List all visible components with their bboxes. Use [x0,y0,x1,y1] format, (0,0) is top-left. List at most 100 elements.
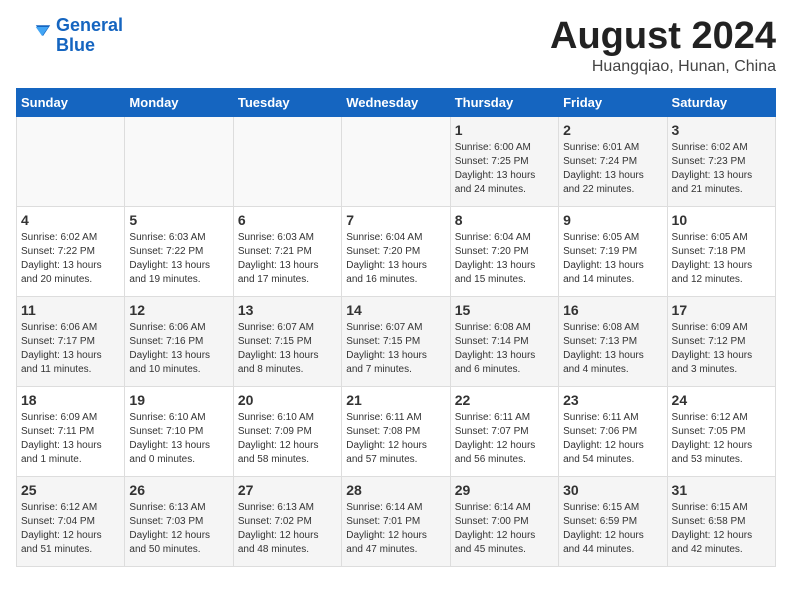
day-info: Sunrise: 6:07 AM Sunset: 7:15 PM Dayligh… [346,321,445,377]
calendar-cell: 22 Sunrise: 6:11 AM Sunset: 7:07 PM Dayli… [450,386,558,476]
day-number: 22 [455,392,554,408]
day-number: 15 [455,302,554,318]
day-number: 26 [129,482,228,498]
calendar-table: SundayMondayTuesdayWednesdayThursdayFrid… [16,88,776,567]
calendar-cell: 25 Sunrise: 6:12 AM Sunset: 7:04 PM Dayli… [17,476,125,566]
calendar-cell: 8 Sunrise: 6:04 AM Sunset: 7:20 PM Daylig… [450,206,558,296]
day-number: 9 [563,212,662,228]
day-info: Sunrise: 6:03 AM Sunset: 7:22 PM Dayligh… [129,231,228,287]
day-info: Sunrise: 6:14 AM Sunset: 7:00 PM Dayligh… [455,501,554,557]
day-info: Sunrise: 6:12 AM Sunset: 7:05 PM Dayligh… [672,411,771,467]
calendar-cell: 16Sunrise: 6:08 AM Sunset: 7:13 PM Dayli… [559,296,667,386]
calendar-cell: 3Sunrise: 6:02 AM Sunset: 7:23 PM Daylig… [667,116,775,206]
weekday-header-friday: Friday [559,88,667,116]
calendar-subtitle: Huangqiao, Hunan, China [550,58,776,76]
day-info: Sunrise: 6:01 AM Sunset: 7:24 PM Dayligh… [563,141,662,197]
day-number: 20 [238,392,337,408]
calendar-cell: 31 Sunrise: 6:15 AM Sunset: 6:58 PM Dayli… [667,476,775,566]
day-number: 4 [21,212,120,228]
logo-text: General Blue [56,16,123,56]
day-info: Sunrise: 6:10 AM Sunset: 7:10 PM Dayligh… [129,411,228,467]
day-info: Sunrise: 6:05 AM Sunset: 7:18 PM Dayligh… [672,231,771,287]
calendar-cell: 23Sunrise: 6:11 AM Sunset: 7:06 PM Dayli… [559,386,667,476]
day-number: 11 [21,302,120,318]
day-info: Sunrise: 6:11 AM Sunset: 7:08 PM Dayligh… [346,411,445,467]
day-info: Sunrise: 6:08 AM Sunset: 7:14 PM Dayligh… [455,321,554,377]
calendar-cell: 2Sunrise: 6:01 AM Sunset: 7:24 PM Daylig… [559,116,667,206]
weekday-header-wednesday: Wednesday [342,88,450,116]
day-number: 8 [455,212,554,228]
weekday-header-saturday: Saturday [667,88,775,116]
calendar-cell: 15 Sunrise: 6:08 AM Sunset: 7:14 PM Dayli… [450,296,558,386]
calendar-week-row: 18Sunrise: 6:09 AM Sunset: 7:11 PM Dayli… [17,386,776,476]
weekday-header-monday: Monday [125,88,233,116]
day-info: Sunrise: 6:05 AM Sunset: 7:19 PM Dayligh… [563,231,662,287]
day-info: Sunrise: 6:14 AM Sunset: 7:01 PM Dayligh… [346,501,445,557]
day-info: Sunrise: 6:00 AM Sunset: 7:25 PM Dayligh… [455,141,554,197]
day-number: 5 [129,212,228,228]
day-info: Sunrise: 6:03 AM Sunset: 7:21 PM Dayligh… [238,231,337,287]
calendar-week-row: 4Sunrise: 6:02 AM Sunset: 7:22 PM Daylig… [17,206,776,296]
day-info: Sunrise: 6:10 AM Sunset: 7:09 PM Dayligh… [238,411,337,467]
weekday-header-tuesday: Tuesday [233,88,341,116]
day-info: Sunrise: 6:15 AM Sunset: 6:58 PM Dayligh… [672,501,771,557]
day-info: Sunrise: 6:06 AM Sunset: 7:16 PM Dayligh… [129,321,228,377]
calendar-cell: 29Sunrise: 6:14 AM Sunset: 7:00 PM Dayli… [450,476,558,566]
calendar-cell: 20 Sunrise: 6:10 AM Sunset: 7:09 PM Dayli… [233,386,341,476]
calendar-cell [125,116,233,206]
day-info: Sunrise: 6:07 AM Sunset: 7:15 PM Dayligh… [238,321,337,377]
calendar-cell: 26Sunrise: 6:13 AM Sunset: 7:03 PM Dayli… [125,476,233,566]
day-info: Sunrise: 6:12 AM Sunset: 7:04 PM Dayligh… [21,501,120,557]
day-number: 30 [563,482,662,498]
day-number: 13 [238,302,337,318]
day-number: 12 [129,302,228,318]
calendar-week-row: 1 Sunrise: 6:00 AM Sunset: 7:25 PM Daylig… [17,116,776,206]
calendar-cell [17,116,125,206]
calendar-cell: 30 Sunrise: 6:15 AM Sunset: 6:59 PM Dayli… [559,476,667,566]
calendar-cell: 28 Sunrise: 6:14 AM Sunset: 7:01 PM Dayli… [342,476,450,566]
calendar-cell: 4Sunrise: 6:02 AM Sunset: 7:22 PM Daylig… [17,206,125,296]
logo-line2: Blue [56,35,95,55]
calendar-cell: 19 Sunrise: 6:10 AM Sunset: 7:10 PM Dayli… [125,386,233,476]
day-info: Sunrise: 6:13 AM Sunset: 7:02 PM Dayligh… [238,501,337,557]
calendar-cell: 17Sunrise: 6:09 AM Sunset: 7:12 PM Dayli… [667,296,775,386]
calendar-cell: 13 Sunrise: 6:07 AM Sunset: 7:15 PM Dayli… [233,296,341,386]
calendar-cell: 18Sunrise: 6:09 AM Sunset: 7:11 PM Dayli… [17,386,125,476]
day-info: Sunrise: 6:09 AM Sunset: 7:11 PM Dayligh… [21,411,120,467]
day-info: Sunrise: 6:02 AM Sunset: 7:23 PM Dayligh… [672,141,771,197]
day-info: Sunrise: 6:11 AM Sunset: 7:07 PM Dayligh… [455,411,554,467]
calendar-cell: 9 Sunrise: 6:05 AM Sunset: 7:19 PM Daylig… [559,206,667,296]
day-number: 21 [346,392,445,408]
header: General Blue August 2024 Huangqiao, Huna… [16,16,776,76]
calendar-cell: 11 Sunrise: 6:06 AM Sunset: 7:17 PM Dayli… [17,296,125,386]
day-number: 17 [672,302,771,318]
day-info: Sunrise: 6:06 AM Sunset: 7:17 PM Dayligh… [21,321,120,377]
logo-icon [16,18,52,54]
day-info: Sunrise: 6:04 AM Sunset: 7:20 PM Dayligh… [346,231,445,287]
day-number: 1 [455,122,554,138]
day-number: 14 [346,302,445,318]
calendar-title: August 2024 [550,16,776,58]
day-number: 28 [346,482,445,498]
weekday-header-thursday: Thursday [450,88,558,116]
calendar-cell: 12 Sunrise: 6:06 AM Sunset: 7:16 PM Dayli… [125,296,233,386]
day-info: Sunrise: 6:15 AM Sunset: 6:59 PM Dayligh… [563,501,662,557]
day-number: 7 [346,212,445,228]
calendar-cell: 24Sunrise: 6:12 AM Sunset: 7:05 PM Dayli… [667,386,775,476]
logo-line1: General [56,15,123,35]
day-number: 25 [21,482,120,498]
day-number: 27 [238,482,337,498]
calendar-cell: 21 Sunrise: 6:11 AM Sunset: 7:08 PM Dayli… [342,386,450,476]
day-info: Sunrise: 6:04 AM Sunset: 7:20 PM Dayligh… [455,231,554,287]
calendar-cell: 14 Sunrise: 6:07 AM Sunset: 7:15 PM Dayli… [342,296,450,386]
calendar-week-row: 11 Sunrise: 6:06 AM Sunset: 7:17 PM Dayli… [17,296,776,386]
calendar-cell [233,116,341,206]
calendar-cell: 6 Sunrise: 6:03 AM Sunset: 7:21 PM Daylig… [233,206,341,296]
day-info: Sunrise: 6:08 AM Sunset: 7:13 PM Dayligh… [563,321,662,377]
day-number: 19 [129,392,228,408]
day-number: 31 [672,482,771,498]
calendar-cell: 27 Sunrise: 6:13 AM Sunset: 7:02 PM Dayli… [233,476,341,566]
calendar-week-row: 25 Sunrise: 6:12 AM Sunset: 7:04 PM Dayli… [17,476,776,566]
calendar-cell: 5 Sunrise: 6:03 AM Sunset: 7:22 PM Daylig… [125,206,233,296]
day-number: 6 [238,212,337,228]
